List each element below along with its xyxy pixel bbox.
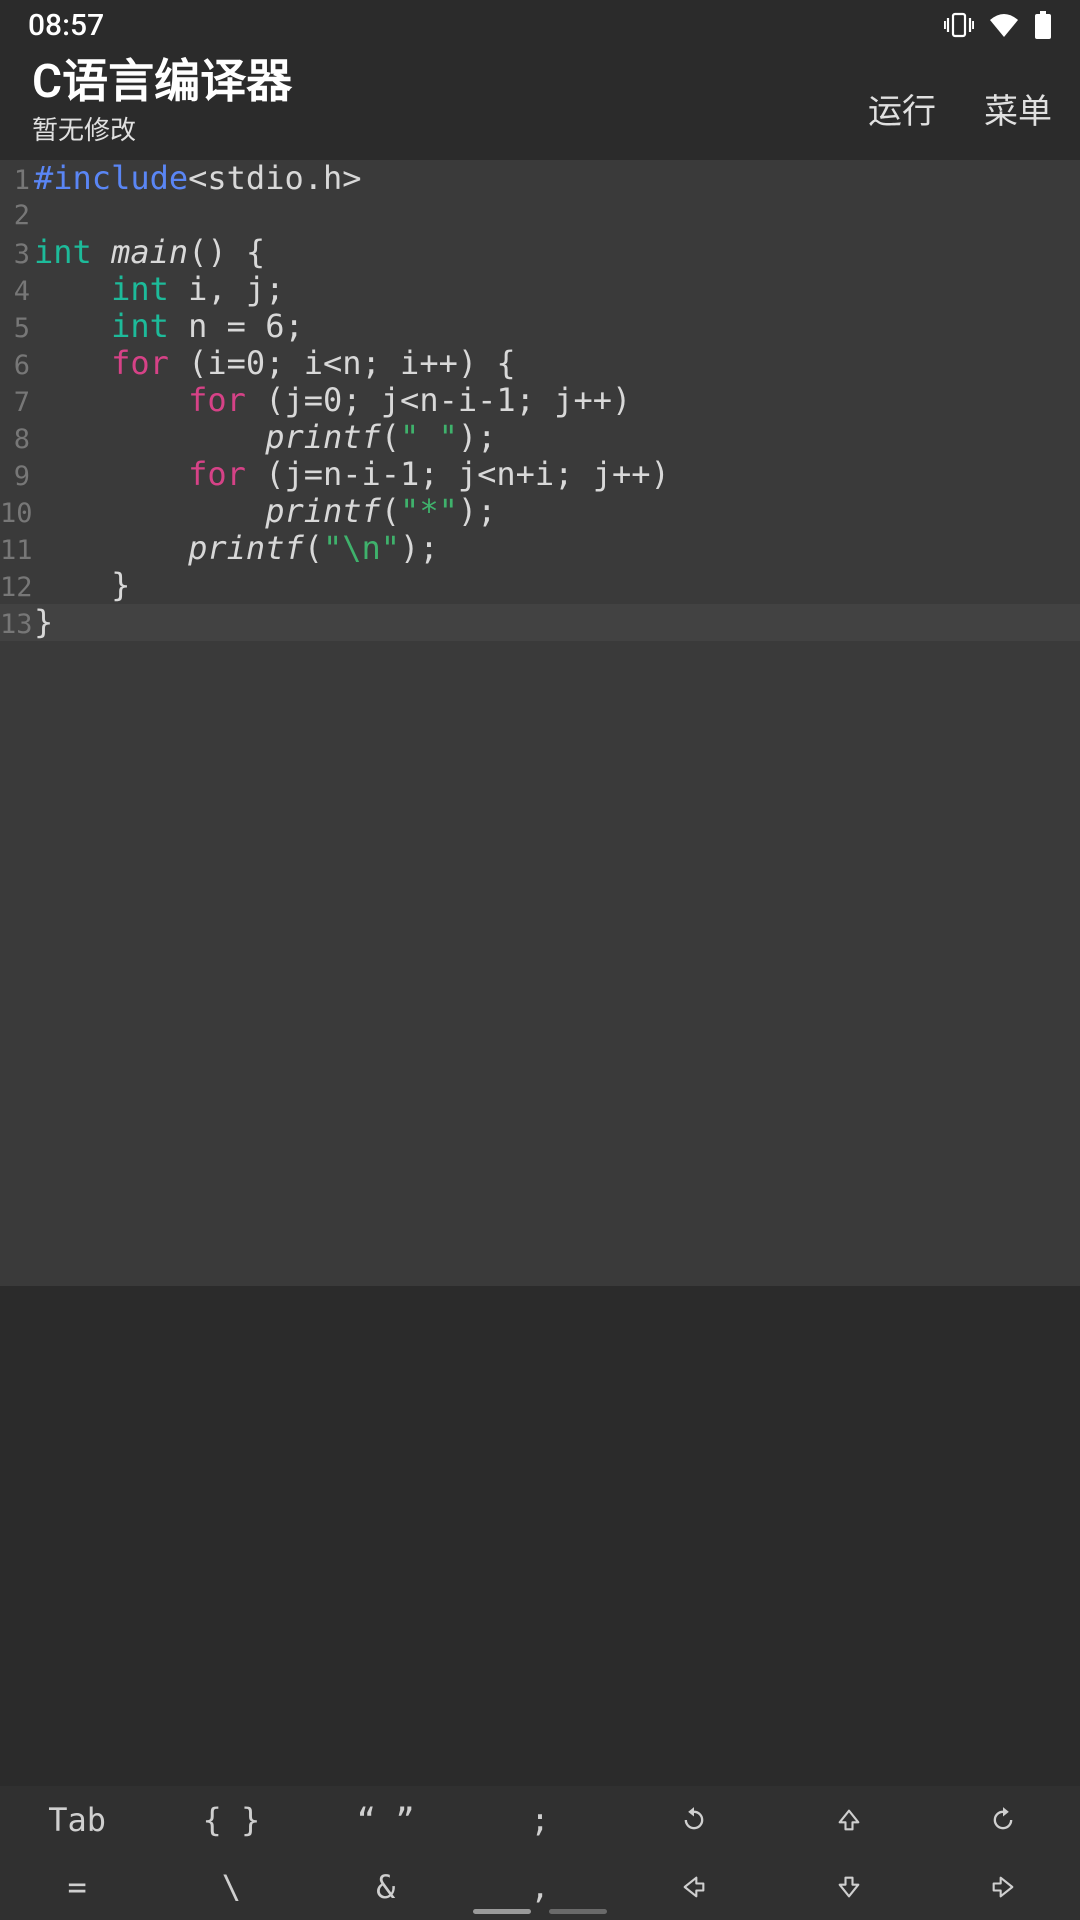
code-line[interactable]: 12 } bbox=[0, 567, 1080, 604]
code-line[interactable]: 4 int i, j; bbox=[0, 271, 1080, 308]
line-number: 6 bbox=[0, 347, 34, 384]
code-line[interactable]: 7 for (j=0; j<n-i-1; j++) bbox=[0, 382, 1080, 419]
app-title-block: C语言编译器 暂无修改 bbox=[32, 57, 292, 147]
app-title: C语言编译器 bbox=[32, 57, 292, 108]
home-indicator bbox=[473, 1909, 607, 1914]
code-line[interactable]: 13} bbox=[0, 604, 1080, 641]
line-number: 13 bbox=[0, 606, 34, 643]
line-number: 11 bbox=[0, 532, 34, 569]
run-button[interactable]: 运行 bbox=[868, 84, 936, 133]
line-number: 1 bbox=[0, 162, 34, 199]
app-subtitle: 暂无修改 bbox=[32, 110, 292, 147]
code-content[interactable]: for (j=0; j<n-i-1; j++) bbox=[34, 382, 631, 419]
battery-icon bbox=[1034, 11, 1052, 39]
up-key[interactable] bbox=[771, 1786, 925, 1853]
status-time: 08:57 bbox=[28, 8, 104, 43]
backslash-key[interactable]: \ bbox=[154, 1853, 308, 1920]
code-line[interactable]: 9 for (j=n-i-1; j<n+i; j++) bbox=[0, 456, 1080, 493]
left-key[interactable] bbox=[617, 1853, 771, 1920]
code-content[interactable]: int i, j; bbox=[34, 271, 284, 308]
equals-key[interactable]: = bbox=[0, 1853, 154, 1920]
code-content[interactable]: int main() { bbox=[34, 234, 265, 271]
status-icons bbox=[944, 11, 1052, 39]
right-key[interactable] bbox=[926, 1853, 1080, 1920]
line-number: 9 bbox=[0, 458, 34, 495]
line-number: 5 bbox=[0, 310, 34, 347]
code-content[interactable]: #include<stdio.h> bbox=[34, 160, 362, 197]
code-content[interactable]: printf(" "); bbox=[34, 419, 496, 456]
line-number: 12 bbox=[0, 569, 34, 606]
code-content[interactable]: for (j=n-i-1; j<n+i; j++) bbox=[34, 456, 670, 493]
line-number: 2 bbox=[0, 197, 34, 234]
code-content[interactable]: } bbox=[34, 567, 130, 604]
tab-key[interactable]: Tab bbox=[0, 1786, 154, 1853]
code-content[interactable]: printf("*"); bbox=[34, 493, 496, 530]
shortcut-toolbar: Tab{ }“ ”;=\&, bbox=[0, 1786, 1080, 1920]
code-editor[interactable]: 1#include<stdio.h>23int main() {4 int i,… bbox=[0, 160, 1080, 1286]
code-content[interactable]: int n = 6; bbox=[34, 308, 304, 345]
code-line[interactable]: 6 for (i=0; i<n; i++) { bbox=[0, 345, 1080, 382]
vibrate-icon bbox=[944, 12, 974, 38]
semicolon-key[interactable]: ; bbox=[463, 1786, 617, 1853]
code-line[interactable]: 8 printf(" "); bbox=[0, 419, 1080, 456]
app-header: C语言编译器 暂无修改 运行 菜单 bbox=[0, 50, 1080, 160]
code-line[interactable]: 3int main() { bbox=[0, 234, 1080, 271]
code-line[interactable]: 1#include<stdio.h> bbox=[0, 160, 1080, 197]
down-key[interactable] bbox=[771, 1853, 925, 1920]
ampersand-key[interactable]: & bbox=[309, 1853, 463, 1920]
code-line[interactable]: 2 bbox=[0, 197, 1080, 234]
header-actions: 运行 菜单 bbox=[868, 84, 1052, 133]
status-bar: 08:57 bbox=[0, 0, 1080, 50]
line-number: 8 bbox=[0, 421, 34, 458]
braces-key[interactable]: { } bbox=[154, 1786, 308, 1853]
undo-key[interactable] bbox=[617, 1786, 771, 1853]
redo-key[interactable] bbox=[926, 1786, 1080, 1853]
code-content[interactable]: for (i=0; i<n; i++) { bbox=[34, 345, 516, 382]
code-content[interactable]: } bbox=[34, 604, 53, 641]
line-number: 4 bbox=[0, 273, 34, 310]
line-number: 3 bbox=[0, 236, 34, 273]
quotes-key[interactable]: “ ” bbox=[309, 1786, 463, 1853]
code-content[interactable]: printf("\n"); bbox=[34, 530, 439, 567]
line-number: 7 bbox=[0, 384, 34, 421]
code-line[interactable]: 5 int n = 6; bbox=[0, 308, 1080, 345]
code-line[interactable]: 10 printf("*"); bbox=[0, 493, 1080, 530]
line-number: 10 bbox=[0, 495, 34, 532]
wifi-icon bbox=[988, 12, 1020, 38]
menu-button[interactable]: 菜单 bbox=[984, 84, 1052, 133]
code-line[interactable]: 11 printf("\n"); bbox=[0, 530, 1080, 567]
